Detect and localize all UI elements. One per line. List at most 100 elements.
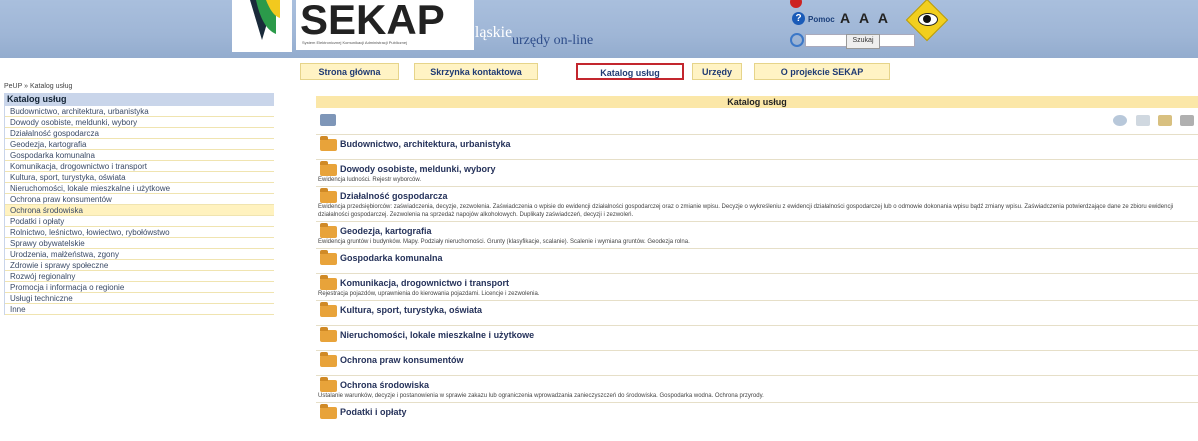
category-item: Ochrona środowiska Ustalanie warunków, de… bbox=[316, 375, 1198, 402]
category-spacer bbox=[316, 419, 1198, 427]
category-title-link[interactable]: Podatki i opłaty bbox=[340, 407, 407, 417]
sidebar-item[interactable]: Rolnictwo, leśnictwo, łowiectwo, rybołów… bbox=[5, 227, 274, 238]
breadcrumb[interactable]: PeUP » Katalog usług bbox=[4, 83, 72, 90]
category-item: Dowody osobiste, meldunki, wybory Ewidenc… bbox=[316, 159, 1198, 186]
brand-subtitle: System Elektronicznej Komunikacji Admini… bbox=[302, 40, 407, 45]
category-spacer bbox=[316, 367, 1198, 375]
category-spacer bbox=[316, 342, 1198, 350]
category-description: Ewidencja przedsiębiorców: zaświadczenia… bbox=[318, 204, 1174, 218]
category-item: Komunikacja, drogownictwo i transport Rej… bbox=[316, 273, 1198, 300]
category-title-link[interactable]: Gospodarka komunalna bbox=[340, 253, 443, 263]
category-item: Nieruchomości, lokale mieszkalne i użytk… bbox=[316, 325, 1198, 350]
category-head: Działalność gospodarcza bbox=[316, 188, 1198, 203]
logo-leaf-icon bbox=[250, 0, 280, 40]
font-size-switcher[interactable]: A A A bbox=[840, 10, 891, 26]
sidebar-item[interactable]: Urodzenia, małżeństwa, zgony bbox=[5, 249, 274, 260]
category-description: Ustalanie warunków, decyzje i postanowie… bbox=[318, 393, 764, 399]
category-item: Działalność gospodarcza Ewidencja przedsi… bbox=[316, 186, 1198, 221]
folder-icon bbox=[320, 223, 337, 238]
category-list: Budownictwo, architektura, urbanistyka Do… bbox=[316, 134, 1198, 427]
sidebar-item[interactable]: Dowody osobiste, meldunki, wybory bbox=[5, 117, 274, 128]
folder-icon bbox=[320, 161, 337, 176]
sidebar-item[interactable]: Budownictwo, architektura, urbanistyka bbox=[5, 106, 274, 117]
slogan-region: Śląskie bbox=[466, 24, 513, 41]
sidebar-item[interactable]: Nieruchomości, lokale mieszkalne i użytk… bbox=[5, 183, 274, 194]
chart-icon[interactable] bbox=[1157, 115, 1172, 126]
category-title-link[interactable]: Nieruchomości, lokale mieszkalne i użytk… bbox=[340, 330, 534, 340]
toolbar bbox=[316, 108, 1198, 134]
back-icon[interactable] bbox=[320, 114, 336, 126]
category-item: Geodezja, kartografia Ewidencja gruntów i… bbox=[316, 221, 1198, 248]
category-head: Geodezja, kartografia bbox=[316, 223, 1198, 238]
brand-name[interactable]: SEKAP bbox=[300, 0, 445, 44]
folder-icon bbox=[320, 275, 337, 290]
category-spacer bbox=[316, 151, 1198, 159]
tab-home[interactable]: Strona główna bbox=[300, 63, 399, 80]
sidebar-item[interactable]: Sprawy obywatelskie bbox=[5, 238, 274, 249]
logo-emblem bbox=[232, 0, 292, 52]
sidebar-title: Katalog usług bbox=[4, 93, 274, 106]
category-head: Gospodarka komunalna bbox=[316, 250, 1198, 265]
sidebar-item[interactable]: Geodezja, kartografia bbox=[5, 139, 274, 150]
help-link[interactable]: Pomoc bbox=[808, 15, 835, 24]
sidebar-list: Budownictwo, architektura, urbanistyka Do… bbox=[4, 106, 274, 315]
tool-icons bbox=[1107, 115, 1194, 128]
sidebar-item[interactable]: Ochrona praw konsumentów bbox=[5, 194, 274, 205]
folder-icon bbox=[320, 302, 337, 317]
print-icon[interactable] bbox=[1135, 115, 1150, 126]
sidebar-item[interactable]: Komunikacja, drogownictwo i transport bbox=[5, 161, 274, 172]
header-banner bbox=[0, 0, 1198, 58]
slogan-tagline: urzędy on-line bbox=[512, 33, 594, 48]
sidebar-item[interactable]: Ochrona środowiska bbox=[5, 205, 274, 216]
main-content: Katalog usług Budownictwo, architektura,… bbox=[316, 96, 1198, 427]
tab-about-project[interactable]: O projekcie SEKAP bbox=[754, 63, 890, 80]
sidebar-item[interactable]: Gospodarka komunalna bbox=[5, 150, 274, 161]
sidebar: Katalog usług Budownictwo, architektura,… bbox=[4, 93, 274, 315]
category-title-link[interactable]: Komunikacja, drogownictwo i transport bbox=[340, 278, 509, 288]
category-item: Podatki i opłaty bbox=[316, 402, 1198, 427]
help-icon[interactable]: ? bbox=[792, 12, 805, 25]
category-description: Ewidencja ludności. Rejestr wyborców. bbox=[318, 177, 422, 183]
category-head: Ochrona środowiska bbox=[316, 377, 1198, 392]
sidebar-item[interactable]: Usługi techniczne bbox=[5, 293, 274, 304]
category-head: Budownictwo, architektura, urbanistyka bbox=[316, 136, 1198, 151]
category-description: Rejestracja pojazdów, uprawnienia do kie… bbox=[318, 291, 540, 297]
sidebar-item[interactable]: Podatki i opłaty bbox=[5, 216, 274, 227]
folder-icon bbox=[320, 377, 337, 392]
category-title-link[interactable]: Działalność gospodarcza bbox=[340, 191, 448, 201]
category-head: Nieruchomości, lokale mieszkalne i użytk… bbox=[316, 327, 1198, 342]
category-title-link[interactable]: Geodezja, kartografia bbox=[340, 226, 432, 236]
category-item: Budownictwo, architektura, urbanistyka bbox=[316, 134, 1198, 159]
sidebar-item[interactable]: Działalność gospodarcza bbox=[5, 128, 274, 139]
search-button[interactable]: Szukaj bbox=[846, 34, 880, 49]
category-head: Ochrona praw konsumentów bbox=[316, 352, 1198, 367]
category-spacer bbox=[316, 317, 1198, 325]
category-item: Kultura, sport, turystyka, oświata bbox=[316, 300, 1198, 325]
search-icon bbox=[790, 33, 804, 47]
building-icon[interactable] bbox=[1180, 115, 1194, 126]
sidebar-item[interactable]: Zdrowie i sprawy społeczne bbox=[5, 260, 274, 271]
category-description: Ewidencja gruntów i budynków. Mapy. Podz… bbox=[318, 239, 690, 245]
category-title-link[interactable]: Ochrona praw konsumentów bbox=[340, 355, 464, 365]
sidebar-item[interactable]: Kultura, sport, turystyka, oświata bbox=[5, 172, 274, 183]
category-title-link[interactable]: Dowody osobiste, meldunki, wybory bbox=[340, 164, 496, 174]
category-spacer bbox=[316, 265, 1198, 273]
tab-service-catalog[interactable]: Katalog usług bbox=[576, 63, 684, 80]
folder-icon bbox=[320, 352, 337, 367]
category-title-link[interactable]: Budownictwo, architektura, urbanistyka bbox=[340, 139, 511, 149]
globe-icon[interactable] bbox=[1113, 115, 1128, 126]
folder-icon bbox=[320, 327, 337, 342]
tab-contact-box[interactable]: Skrzynka kontaktowa bbox=[414, 63, 538, 80]
sidebar-item[interactable]: Rozwój regionalny bbox=[5, 271, 274, 282]
tab-offices[interactable]: Urzędy bbox=[692, 63, 742, 80]
category-item: Gospodarka komunalna bbox=[316, 248, 1198, 273]
eye-pupil-icon bbox=[923, 15, 931, 23]
category-title-link[interactable]: Ochrona środowiska bbox=[340, 380, 429, 390]
sidebar-item[interactable]: Inne bbox=[5, 304, 274, 315]
sidebar-item[interactable]: Promocja i informacja o regionie bbox=[5, 282, 274, 293]
catalog-header: Katalog usług bbox=[316, 96, 1198, 108]
folder-icon bbox=[320, 404, 337, 419]
folder-icon bbox=[320, 136, 337, 151]
folder-icon bbox=[320, 250, 337, 265]
category-title-link[interactable]: Kultura, sport, turystyka, oświata bbox=[340, 305, 482, 315]
